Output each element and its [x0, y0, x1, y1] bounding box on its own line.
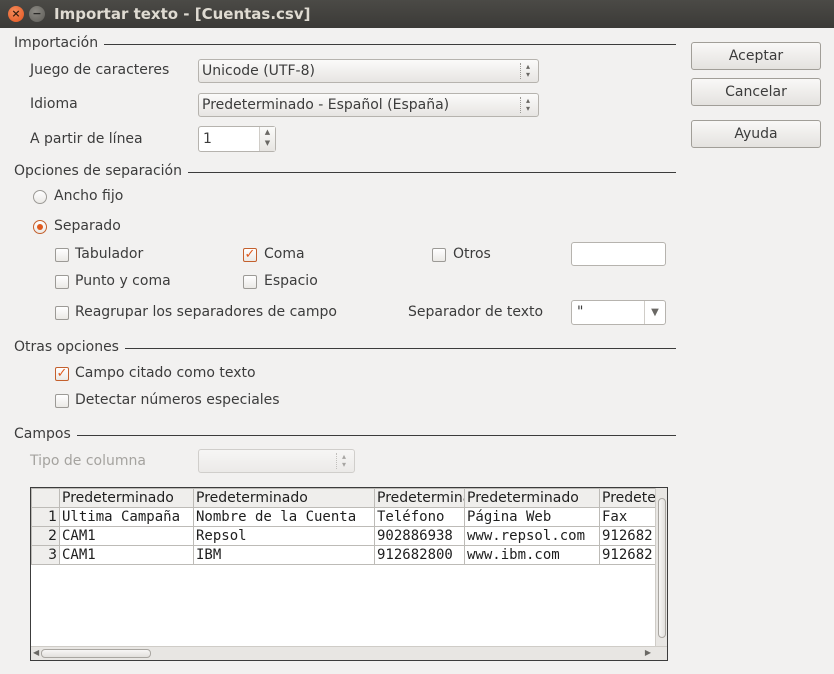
minimize-icon[interactable]: −: [29, 6, 45, 22]
table-cell: Ultima Campaña: [59, 507, 194, 527]
fields-section-header: Campos: [14, 425, 676, 443]
table-cell: Fax: [599, 507, 656, 527]
table-row: 1 Ultima Campaña Nombre de la Cuenta Tel…: [31, 507, 656, 527]
column-type-combo: ▴ ▾: [198, 449, 355, 473]
table-row: 3 CAM1 IBM 912682800 www.ibm.com 912682: [31, 545, 656, 565]
separated-label: Separado: [54, 218, 121, 234]
table-cell: 912682: [599, 545, 656, 565]
charset-combo[interactable]: Unicode (UTF-8) ▴ ▾: [198, 59, 539, 83]
import-section-label: Importación: [14, 35, 99, 51]
quoted-as-text-label: Campo citado como texto: [75, 365, 256, 381]
text-delimiter-label: Separador de texto: [408, 304, 544, 320]
column-header[interactable]: Predeterminado: [193, 488, 375, 508]
cancel-button[interactable]: Cancelar: [691, 78, 821, 106]
horizontal-scroll-thumb[interactable]: [41, 649, 151, 658]
table-cell: CAM1: [59, 526, 194, 546]
table-cell: www.ibm.com: [464, 545, 600, 565]
merge-separators-checkbox[interactable]: [55, 306, 69, 320]
quoted-as-text-checkbox[interactable]: ✓: [55, 367, 69, 381]
separated-radio[interactable]: [33, 220, 47, 234]
column-header[interactable]: Predeterminado: [59, 488, 194, 508]
tab-checkbox[interactable]: [55, 248, 69, 262]
space-label: Espacio: [264, 273, 318, 289]
horizontal-scrollbar[interactable]: ◀ ▶: [31, 646, 667, 660]
scroll-right-icon[interactable]: ▶: [645, 648, 651, 657]
from-line-label: A partir de línea: [30, 131, 143, 147]
combo-arrows-icon: ▴ ▾: [520, 63, 530, 79]
comma-checkbox[interactable]: ✓: [243, 248, 257, 262]
tab-label: Tabulador: [75, 246, 144, 262]
semicolon-checkbox[interactable]: [55, 275, 69, 289]
table-cell: 902886938: [374, 526, 465, 546]
table-header-row: Predeterminado Predeterminado Predetermi…: [31, 488, 656, 508]
column-header[interactable]: Predeterminado: [464, 488, 600, 508]
semicolon-label: Punto y coma: [75, 273, 171, 289]
merge-separators-label: Reagrupar los separadores de campo: [75, 304, 337, 320]
import-section-header: Importación: [14, 34, 676, 52]
language-value: Predeterminado - Español (España): [202, 97, 450, 113]
from-line-stepper[interactable]: 1 ▲ ▼: [198, 126, 276, 152]
other-options-section-header: Otras opciones: [14, 338, 676, 356]
vertical-scroll-thumb[interactable]: [658, 498, 666, 638]
column-header[interactable]: Predetermina: [374, 488, 465, 508]
table-cell: Teléfono: [374, 507, 465, 527]
help-button[interactable]: Ayuda: [691, 120, 821, 148]
fixed-width-label: Ancho fijo: [54, 188, 124, 204]
other-label: Otros: [453, 246, 491, 262]
stepper-arrows-icon[interactable]: ▲ ▼: [259, 127, 275, 151]
fixed-width-radio[interactable]: [33, 190, 47, 204]
other-options-section-label: Otras opciones: [14, 339, 119, 355]
other-separator-input[interactable]: [571, 242, 666, 266]
preview-grid[interactable]: Predeterminado Predeterminado Predetermi…: [30, 487, 668, 661]
table-cell: Nombre de la Cuenta: [193, 507, 375, 527]
vertical-scrollbar[interactable]: [655, 488, 667, 646]
preview-table: Predeterminado Predeterminado Predetermi…: [31, 488, 656, 565]
language-label: Idioma: [30, 96, 78, 112]
text-delimiter-value: ": [577, 304, 584, 320]
table-cell: Página Web: [464, 507, 600, 527]
table-cell: www.repsol.com: [464, 526, 600, 546]
separator-section-label: Opciones de separación: [14, 163, 182, 179]
table-row: 2 CAM1 Repsol 902886938 www.repsol.com 9…: [31, 526, 656, 546]
combo-arrows-icon: ▴ ▾: [336, 453, 346, 469]
table-cell: 912682800: [374, 545, 465, 565]
row-number: 2: [31, 526, 60, 546]
from-line-value: 1: [203, 131, 212, 147]
other-checkbox[interactable]: [432, 248, 446, 262]
space-checkbox[interactable]: [243, 275, 257, 289]
separator-section-header: Opciones de separación: [14, 162, 676, 180]
detect-special-numbers-checkbox[interactable]: [55, 394, 69, 408]
dropdown-arrow-icon[interactable]: ▼: [644, 301, 665, 324]
combo-arrows-icon: ▴ ▾: [520, 97, 530, 113]
table-cell: IBM: [193, 545, 375, 565]
title-bar: × − Importar texto - [Cuentas.csv]: [0, 0, 834, 28]
scroll-left-icon[interactable]: ◀: [33, 648, 39, 657]
charset-label: Juego de caracteres: [30, 62, 170, 78]
accept-button[interactable]: Aceptar: [691, 42, 821, 70]
table-cell: CAM1: [59, 545, 194, 565]
text-delimiter-combo[interactable]: " ▼: [571, 300, 666, 325]
corner-cell: [31, 488, 60, 508]
window-title: Importar texto - [Cuentas.csv]: [54, 5, 311, 23]
table-cell: 912682: [599, 526, 656, 546]
charset-value: Unicode (UTF-8): [202, 63, 315, 79]
row-number: 1: [31, 507, 60, 527]
fields-section-label: Campos: [14, 426, 71, 442]
column-header[interactable]: Predete: [599, 488, 656, 508]
table-cell: Repsol: [193, 526, 375, 546]
column-type-label: Tipo de columna: [30, 453, 146, 469]
row-number: 3: [31, 545, 60, 565]
comma-label: Coma: [264, 246, 305, 262]
detect-special-numbers-label: Detectar números especiales: [75, 392, 280, 408]
language-combo[interactable]: Predeterminado - Español (España) ▴ ▾: [198, 93, 539, 117]
close-icon[interactable]: ×: [8, 6, 24, 22]
